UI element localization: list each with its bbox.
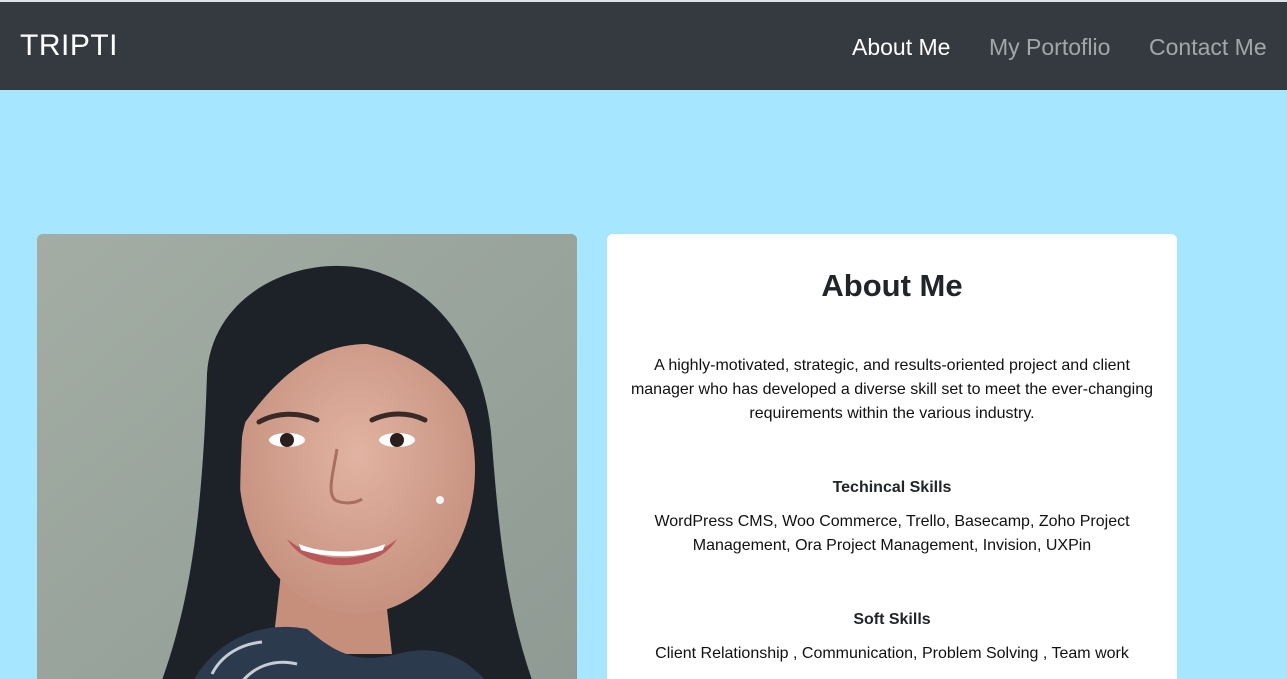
nav-link-about-me[interactable]: About Me bbox=[852, 32, 950, 62]
about-card: About Me A highly-motivated, strategic, … bbox=[607, 234, 1177, 679]
profile-photo bbox=[37, 234, 577, 679]
soft-skills-title: Soft Skills bbox=[853, 611, 931, 628]
nav-link-my-portfolio[interactable]: My Portoflio bbox=[989, 32, 1110, 62]
soft-skills-text: Client Relationship , Communication, Pro… bbox=[655, 645, 1129, 662]
technical-skills-text: WordPress CMS, Woo Commerce, Trello, Bas… bbox=[654, 513, 1130, 554]
navbar: TRIPTI About Me My Portoflio Contact Me bbox=[0, 2, 1287, 90]
nav-link-contact-me[interactable]: Contact Me bbox=[1149, 32, 1267, 62]
about-title: About Me bbox=[821, 268, 963, 303]
brand-logo[interactable]: TRIPTI bbox=[20, 28, 118, 64]
technical-skills-title: Techincal Skills bbox=[832, 479, 952, 496]
about-intro: A highly-motivated, strategic, and resul… bbox=[630, 357, 1154, 422]
